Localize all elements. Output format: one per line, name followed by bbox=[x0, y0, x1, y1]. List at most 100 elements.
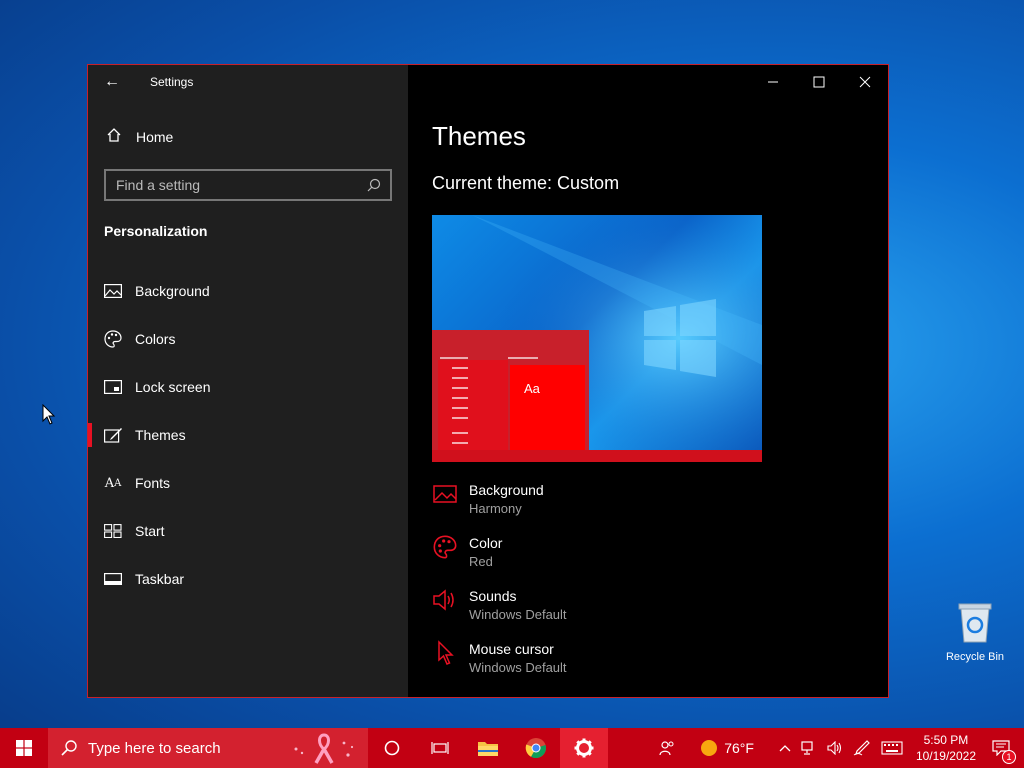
network-icon bbox=[801, 741, 813, 755]
property-color[interactable]: Color Red bbox=[432, 534, 567, 587]
back-arrow-icon: ← bbox=[104, 73, 120, 90]
volume-icon bbox=[827, 741, 841, 755]
property-title: Mouse cursor bbox=[469, 641, 554, 657]
sidebar: ← Settings Home Find a setting Personali… bbox=[88, 65, 408, 697]
font-icon: AA bbox=[104, 475, 122, 491]
taskbar-search-placeholder: Type here to search bbox=[88, 739, 221, 757]
cortana-button[interactable] bbox=[368, 728, 416, 768]
sun-icon bbox=[701, 740, 718, 756]
app-title: Settings bbox=[150, 75, 194, 89]
home-label: Home bbox=[136, 128, 174, 145]
property-title: Background bbox=[469, 482, 544, 498]
mouse-pointer-icon bbox=[42, 404, 56, 425]
sidebar-item-lock-screen[interactable]: Lock screen bbox=[88, 363, 408, 411]
palette-icon bbox=[104, 330, 122, 348]
sidebar-item-colors[interactable]: Colors bbox=[88, 315, 408, 363]
network-button[interactable] bbox=[796, 741, 822, 755]
home-icon bbox=[104, 127, 124, 146]
task-view-icon bbox=[431, 742, 449, 754]
search-placeholder: Find a setting bbox=[116, 177, 201, 193]
themes-page: Themes Current theme: Custom Aa Backgrou… bbox=[432, 65, 888, 697]
home-link[interactable]: Home bbox=[104, 127, 173, 146]
clock-date: 10/19/2022 bbox=[915, 749, 976, 763]
volume-button[interactable] bbox=[822, 741, 848, 755]
sidebar-item-background[interactable]: Background bbox=[88, 267, 408, 315]
system-tray: 76°F 5:50 PM 10/19/2022 1 bbox=[639, 728, 1024, 768]
recycle-bin-icon bbox=[958, 603, 992, 643]
property-value: Harmony bbox=[469, 501, 522, 516]
clock-time: 5:50 PM bbox=[923, 733, 969, 747]
lock-screen-icon bbox=[104, 378, 122, 396]
chrome-icon bbox=[525, 738, 546, 759]
theme-preview-art bbox=[432, 215, 762, 462]
sidebar-item-start[interactable]: Start bbox=[88, 507, 408, 555]
keyboard-icon bbox=[881, 741, 903, 755]
recycle-bin-label: Recycle Bin bbox=[945, 651, 1005, 663]
settings-taskbar-button[interactable] bbox=[560, 728, 608, 768]
property-title: Color bbox=[469, 535, 503, 551]
picture-icon bbox=[432, 481, 458, 507]
property-value: Red bbox=[469, 554, 493, 569]
picture-icon bbox=[104, 282, 122, 300]
sidebar-item-fonts[interactable]: AA Fonts bbox=[88, 459, 408, 507]
section-title: Personalization bbox=[104, 223, 208, 239]
folder-icon bbox=[478, 742, 498, 756]
palette-icon bbox=[432, 534, 458, 560]
show-hidden-icons-button[interactable] bbox=[774, 744, 796, 752]
property-title: Sounds bbox=[469, 588, 517, 604]
file-explorer-button[interactable] bbox=[464, 728, 512, 768]
pink-ribbon-icon bbox=[294, 733, 354, 764]
start-grid-icon bbox=[104, 522, 122, 540]
find-setting-search[interactable]: Find a setting bbox=[104, 169, 392, 201]
chrome-button[interactable] bbox=[512, 728, 560, 768]
sidebar-item-label: Fonts bbox=[135, 475, 171, 491]
people-button[interactable] bbox=[639, 740, 695, 756]
chevron-up-icon bbox=[779, 745, 791, 752]
task-view-button[interactable] bbox=[416, 728, 464, 768]
preview-sample-text: Aa bbox=[524, 381, 540, 396]
weather-temp: 76°F bbox=[724, 740, 754, 756]
windows-start-icon bbox=[16, 740, 32, 756]
sidebar-item-label: Colors bbox=[135, 331, 176, 347]
speaker-icon bbox=[432, 587, 458, 613]
start-button[interactable] bbox=[0, 728, 48, 768]
recycle-bin[interactable]: Recycle Bin bbox=[940, 600, 1010, 663]
sidebar-item-label: Start bbox=[135, 523, 165, 539]
brush-icon bbox=[104, 426, 122, 444]
sidebar-item-themes[interactable]: Themes bbox=[88, 411, 408, 459]
search-icon bbox=[61, 740, 77, 756]
property-background[interactable]: Background Harmony bbox=[432, 481, 567, 534]
sidebar-item-label: Lock screen bbox=[135, 379, 211, 395]
titlebar: ← Settings bbox=[88, 65, 408, 99]
property-sounds[interactable]: Sounds Windows Default bbox=[432, 587, 567, 640]
sidebar-item-label: Taskbar bbox=[135, 571, 185, 587]
property-mouse-cursor[interactable]: Mouse cursor Windows Default bbox=[432, 640, 567, 693]
action-center-button[interactable]: 1 bbox=[984, 740, 1024, 764]
notification-badge: 1 bbox=[1002, 750, 1016, 764]
pen-workspace-button[interactable] bbox=[848, 740, 876, 756]
pen-icon bbox=[853, 740, 870, 756]
search-icon bbox=[367, 178, 381, 192]
cursor-icon bbox=[432, 640, 458, 666]
people-icon bbox=[659, 741, 674, 756]
theme-preview: Aa bbox=[432, 215, 762, 462]
sidebar-item-taskbar[interactable]: Taskbar bbox=[88, 555, 408, 603]
taskbar: Type here to search 76°F 5:50 PM 10/19/2… bbox=[0, 728, 1024, 768]
taskbar-icon bbox=[104, 570, 122, 588]
current-theme-label: Current theme: Custom bbox=[432, 173, 620, 193]
property-value: Windows Default bbox=[469, 660, 567, 675]
gear-icon bbox=[574, 738, 594, 758]
back-button[interactable]: ← bbox=[88, 73, 136, 91]
theme-properties: Background Harmony Color Red Sounds Wind… bbox=[432, 481, 567, 693]
sidebar-item-label: Themes bbox=[135, 427, 186, 443]
page-title: Themes bbox=[432, 121, 526, 151]
touch-keyboard-button[interactable] bbox=[876, 741, 908, 755]
sidebar-item-label: Background bbox=[135, 283, 210, 299]
settings-window: ← Settings Home Find a setting Personali… bbox=[87, 64, 889, 698]
property-value: Windows Default bbox=[469, 607, 567, 622]
taskbar-search-box[interactable]: Type here to search bbox=[48, 728, 368, 768]
cortana-circle-icon bbox=[384, 740, 400, 756]
weather-widget[interactable]: 76°F bbox=[695, 739, 774, 757]
personalization-nav: Background Colors Lock screen Themes A A… bbox=[88, 267, 408, 603]
clock[interactable]: 5:50 PM 10/19/2022 bbox=[908, 732, 984, 764]
